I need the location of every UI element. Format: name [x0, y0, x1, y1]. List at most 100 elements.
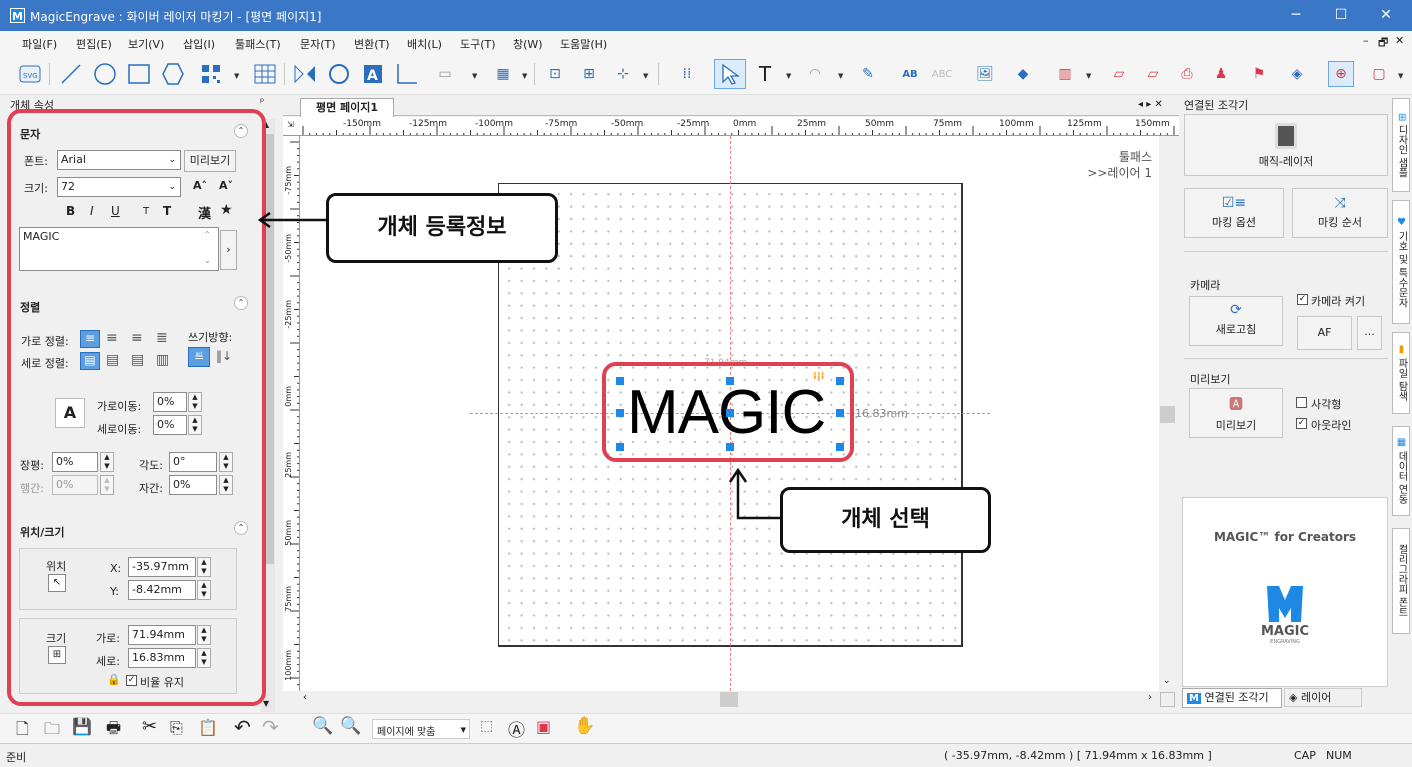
dropdown-arrow-icon[interactable]: ▼ — [838, 72, 843, 80]
height-input[interactable]: 16.83mm — [128, 648, 196, 668]
font-preview-button[interactable]: 미리보기 — [184, 150, 236, 172]
collapse-icon[interactable]: ⌃ — [234, 296, 248, 310]
y-position-input[interactable]: -8.42mm — [128, 580, 196, 600]
frame-tool-icon[interactable]: ▱ — [1106, 61, 1132, 87]
h-move-input[interactable]: 0% — [153, 392, 187, 412]
special-char-star-icon[interactable]: ★ — [220, 202, 233, 218]
table-tool-icon[interactable] — [252, 61, 278, 87]
mdi-minimize-button[interactable]: – — [1363, 34, 1369, 47]
menu-tools[interactable]: 도구(T) — [460, 36, 496, 52]
menu-help[interactable]: 도움말(H) — [560, 36, 607, 52]
polygon-tool-icon[interactable] — [160, 61, 186, 87]
all-caps-button[interactable]: T — [163, 204, 171, 218]
italic-button[interactable]: I — [90, 204, 94, 218]
char-gap-spinner[interactable]: ▲ ▼ — [219, 475, 233, 495]
zoom-select[interactable]: 페이지에 맞춤 ▼ — [372, 719, 470, 739]
size-anchor-icon[interactable]: ⊞ — [48, 646, 66, 664]
paste-icon[interactable]: 📋 — [198, 718, 218, 737]
page-frame-icon[interactable]: ▢ — [1366, 61, 1392, 87]
align-middle-icon[interactable]: ⊞ — [576, 61, 602, 87]
width-spinner[interactable]: ▲ ▼ — [197, 625, 211, 645]
canvas-vertical-scrollbar[interactable]: ⌄ — [1159, 136, 1176, 691]
device-button[interactable]: 매직-레이저 — [1184, 114, 1388, 176]
font-size-down-icon[interactable]: A˅ — [219, 179, 233, 192]
tab-connected-engraver[interactable]: M 연결된 조각기 — [1182, 688, 1282, 708]
layers-tool-icon[interactable]: ◈ — [1284, 61, 1310, 87]
text-tool-icon[interactable]: T — [752, 61, 778, 87]
align-center-text-icon[interactable]: ≡ — [106, 330, 118, 346]
height-spinner[interactable]: ▲ ▼ — [197, 648, 211, 668]
maximize-button[interactable]: ☐ — [1321, 4, 1361, 26]
menu-edit[interactable]: 편집(E) — [76, 36, 112, 52]
x-position-input[interactable]: -35.97mm — [128, 557, 196, 577]
valign-top-icon[interactable]: ▤ — [80, 352, 100, 370]
small-caps-button[interactable]: T — [143, 206, 149, 217]
tab-calligraphy-fonts[interactable]: 컬리그라피 폰트 — [1392, 528, 1410, 634]
menu-view[interactable]: 보기(V) — [128, 36, 164, 52]
dropdown-arrow-icon[interactable]: ▼ — [786, 72, 791, 80]
zoom-out-icon[interactable]: 🔍 — [340, 716, 361, 736]
zoom-in-icon[interactable]: 🔍 — [312, 716, 333, 736]
redo-icon[interactable]: ↷ — [262, 715, 279, 739]
camera-on-checkbox[interactable]: ✓ — [1297, 294, 1308, 305]
line-tool-icon[interactable] — [58, 61, 84, 87]
new-file-icon[interactable]: 🗋 — [16, 718, 29, 745]
stretch-spinner[interactable]: ▲ ▼ — [100, 452, 114, 472]
valign-bottom-icon[interactable]: ▤ — [131, 352, 144, 368]
position-anchor-icon[interactable]: ↖ — [48, 574, 66, 592]
tab-page1[interactable]: 평면 페이지1 — [300, 98, 394, 117]
vertical-writing-icon[interactable]: ‖↓ — [216, 349, 232, 363]
line-gap-spinner[interactable]: ▲ ▼ — [100, 475, 114, 495]
tab-nav-controls[interactable]: ◂ ▸ ✕ — [1138, 99, 1163, 110]
eraser-tool-icon[interactable]: ◆ — [1010, 61, 1036, 87]
dropdown-arrow-icon[interactable]: ▼ — [472, 72, 477, 80]
printer-frame-icon[interactable]: ⎙ — [1174, 61, 1200, 87]
x-spinner[interactable]: ▲ ▼ — [197, 557, 211, 577]
distribute-icon[interactable]: ⊹ — [610, 61, 636, 87]
dropdown-arrow-icon[interactable]: ▼ — [522, 72, 527, 80]
text-unfit-icon[interactable]: ABC — [929, 61, 955, 87]
dropdown-arrow-icon[interactable]: ▼ — [1398, 72, 1403, 80]
v-move-input[interactable]: 0% — [153, 415, 187, 435]
text-fit-icon[interactable]: AB — [897, 61, 923, 87]
h-move-spinner[interactable]: ▲ ▼ — [188, 392, 202, 412]
tab-design-samples[interactable]: ⊞ 디자인 샘플 — [1392, 98, 1410, 192]
hanja-button[interactable]: 漢 — [198, 203, 211, 222]
dropdown-arrow-icon[interactable]: ▼ — [234, 72, 239, 80]
menu-file[interactable]: 파일(F) — [22, 36, 57, 52]
qrcode-tool-icon[interactable] — [198, 61, 224, 87]
select-pointer-icon[interactable] — [714, 59, 746, 89]
arc-text-icon[interactable]: ◠ — [802, 61, 828, 87]
char-gap-input[interactable]: 0% — [169, 475, 217, 495]
image-tool-icon[interactable]: 🖼 — [972, 61, 998, 87]
tab-layers[interactable]: ◈ 레이어 — [1284, 688, 1362, 707]
print-icon[interactable]: 🖶 — [106, 717, 121, 744]
font-select[interactable]: Arial ⌄ — [57, 150, 181, 170]
align-left-icon[interactable]: ≡ — [80, 330, 100, 348]
person-tool-icon[interactable]: ♟ — [1208, 61, 1234, 87]
rectangle-tool-icon[interactable] — [126, 61, 152, 87]
font-size-up-icon[interactable]: A˄ — [193, 179, 207, 192]
frame2-tool-icon[interactable]: ▱ — [1140, 61, 1166, 87]
stretch-input[interactable]: 0% — [52, 452, 98, 472]
circle-tool-icon[interactable] — [92, 61, 118, 87]
weld-tool-icon[interactable] — [326, 61, 352, 87]
marking-order-button[interactable]: ⤨ 마킹 순서 — [1292, 188, 1388, 238]
mdi-restore-button[interactable]: 🗗 — [1378, 34, 1388, 53]
flag-tool-icon[interactable]: ⚑ — [1246, 61, 1272, 87]
dropdown-arrow-icon[interactable]: ▼ — [643, 72, 648, 80]
rect-checkbox[interactable] — [1296, 397, 1307, 408]
width-input[interactable]: 71.94mm — [128, 625, 196, 645]
y-spinner[interactable]: ▲ ▼ — [197, 580, 211, 600]
text-outline-tool-icon[interactable]: A — [360, 61, 386, 87]
tab-file-explorer[interactable]: ▮ 파일 탐색 — [1392, 332, 1410, 414]
collapse-icon[interactable]: ⌃ — [234, 124, 248, 138]
dropdown-arrow-icon[interactable]: ▼ — [1086, 72, 1091, 80]
valign-justify-icon[interactable]: ▥ — [156, 352, 169, 368]
shape-tool-icon[interactable]: ▭ — [432, 61, 458, 87]
text-content-input[interactable]: MAGIC — [19, 227, 219, 271]
angle-tool-icon[interactable] — [394, 61, 420, 87]
copy-icon[interactable]: ⎘ — [170, 718, 183, 738]
minimize-button[interactable]: ─ — [1276, 4, 1316, 26]
undo-icon[interactable]: ↶ — [234, 715, 251, 739]
